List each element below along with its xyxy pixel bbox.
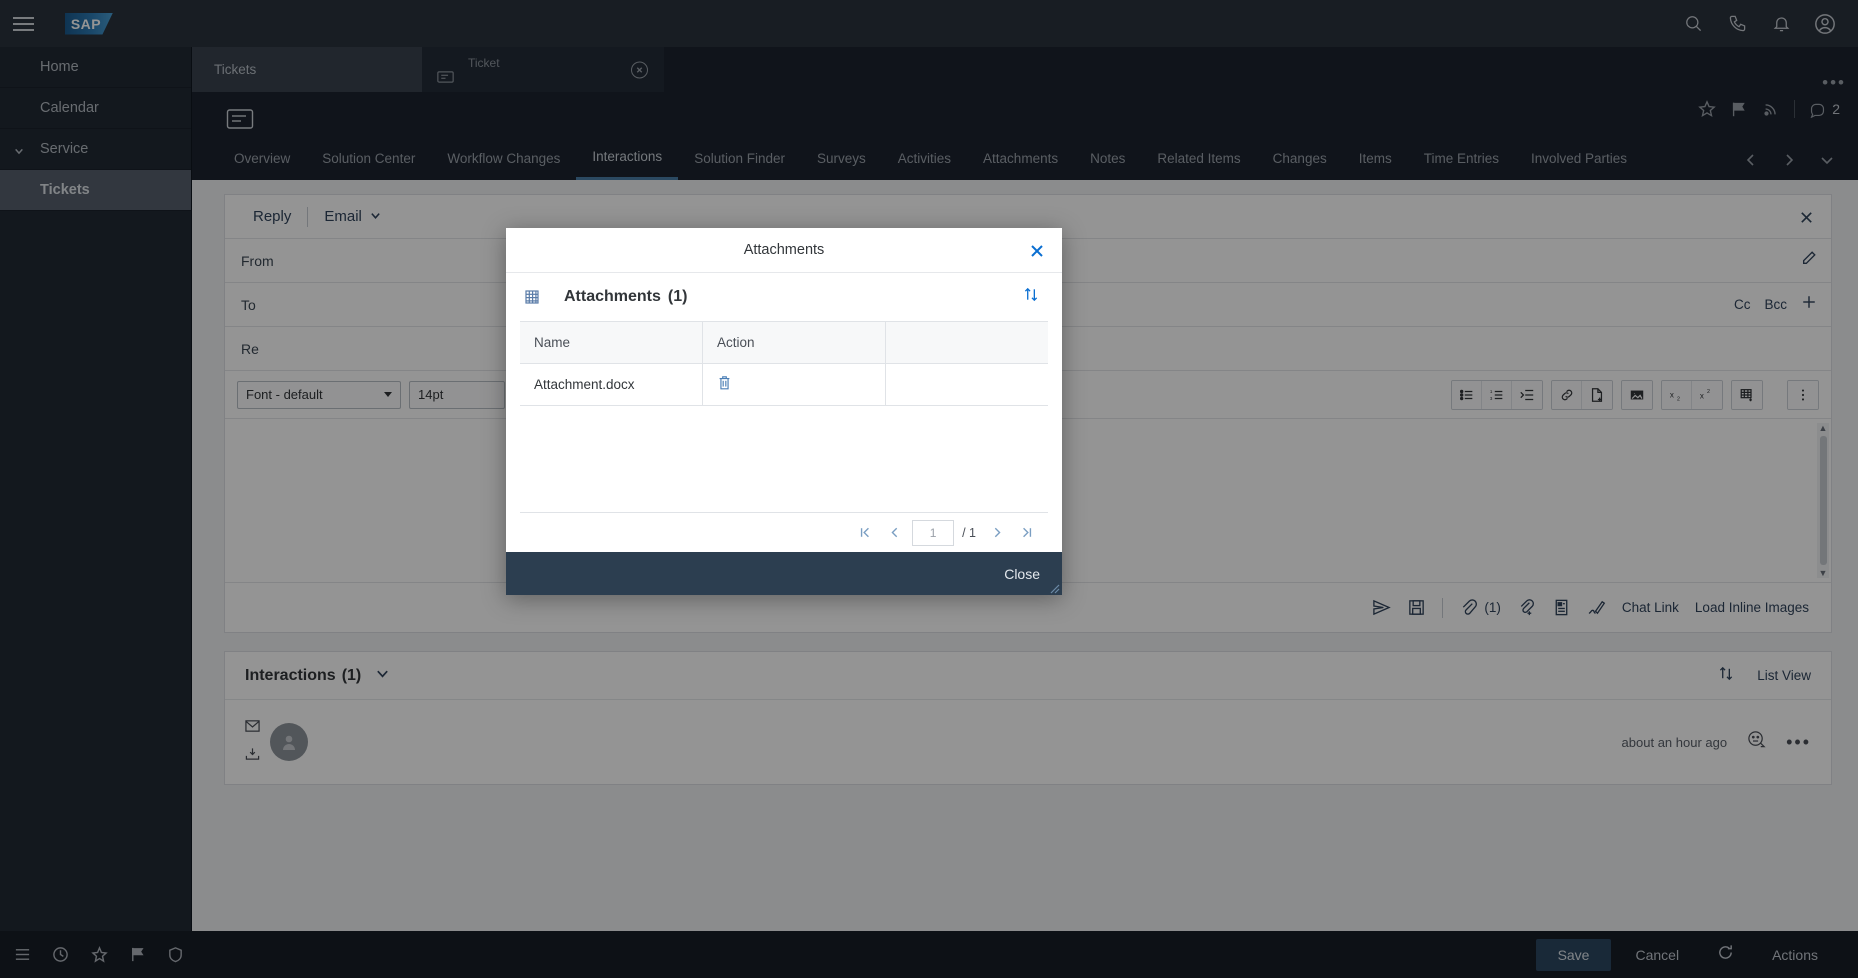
total-pages-label: / 1: [962, 525, 976, 540]
prev-page-button[interactable]: [882, 520, 908, 546]
first-page-button[interactable]: [852, 520, 878, 546]
page-number-input[interactable]: [912, 519, 955, 546]
column-header-action[interactable]: Action: [703, 322, 886, 363]
attachments-table-title: Attachments: [564, 288, 661, 305]
resize-handle[interactable]: [1048, 581, 1060, 594]
sort-icon[interactable]: [1023, 286, 1048, 308]
cell-spacer: [886, 364, 1048, 405]
last-page-button[interactable]: [1014, 520, 1040, 546]
attachments-table-header: Attachments (1): [506, 273, 1062, 321]
table-row[interactable]: Attachment.docx: [520, 364, 1048, 406]
dialog-titlebar: Attachments: [506, 228, 1062, 273]
close-button[interactable]: Close: [1000, 560, 1044, 588]
table-grid-icon: [520, 289, 544, 305]
dialog-title: Attachments: [743, 242, 825, 258]
column-header-name[interactable]: Name: [520, 322, 703, 363]
cell-attachment-name: Attachment.docx: [520, 364, 703, 405]
attachments-dialog: Attachments Attachments (1) Name Action …: [506, 228, 1062, 595]
dialog-footer: Close: [506, 552, 1062, 595]
next-page-button[interactable]: [984, 520, 1010, 546]
attachments-table: Name Action Attachment.docx: [520, 321, 1048, 406]
delete-icon[interactable]: [717, 375, 732, 394]
attachments-table-count: (1): [667, 288, 688, 305]
table-header-row: Name Action: [520, 322, 1048, 364]
cell-action: [703, 364, 886, 405]
dialog-body: Attachments (1) Name Action Attachment.d…: [506, 273, 1062, 552]
close-icon[interactable]: [1026, 240, 1048, 262]
table-empty-space: [520, 406, 1048, 512]
column-header-spacer: [886, 322, 1048, 363]
table-pagination: / 1: [520, 512, 1048, 552]
